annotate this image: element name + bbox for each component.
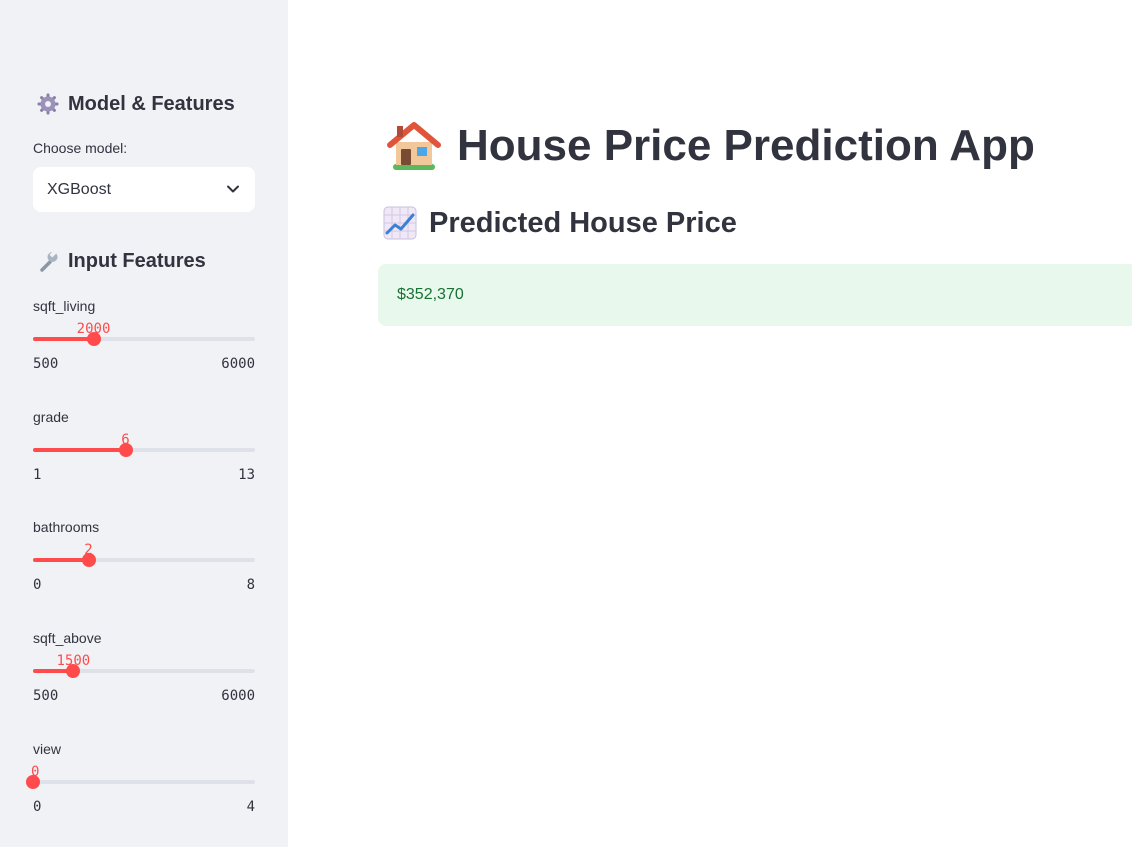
input-features-heading-text: Input Features xyxy=(68,249,206,272)
slider-max: 4 xyxy=(246,799,255,815)
model-select[interactable]: XGBoost xyxy=(33,167,255,212)
input-features-heading: Input Features xyxy=(36,249,206,273)
slider-fill xyxy=(33,558,89,562)
sqft-above-slider[interactable]: sqft_above 1500 500 6000 xyxy=(33,630,255,740)
model-features-heading-text: Model & Features xyxy=(68,92,235,115)
gear-icon xyxy=(37,93,59,115)
model-features-heading: Model & Features xyxy=(36,92,235,116)
slider-max: 8 xyxy=(246,577,255,593)
slider-label: grade xyxy=(33,409,69,425)
slider-label: bathrooms xyxy=(33,519,100,535)
house-icon xyxy=(387,122,441,170)
model-select-value: XGBoost xyxy=(47,180,112,198)
sidebar: Model & Features Choose model: XGBoost I… xyxy=(0,0,288,847)
view-slider[interactable]: view 0 0 4 xyxy=(26,741,255,851)
chart-increasing-icon xyxy=(383,206,417,240)
slider-track[interactable] xyxy=(33,780,255,784)
prediction-value: $352,370 xyxy=(397,286,464,303)
slider-track[interactable] xyxy=(33,337,255,341)
slider-max: 6000 xyxy=(221,356,255,372)
slider-thumb[interactable] xyxy=(66,664,81,678)
choose-model-label: Choose model: xyxy=(33,140,128,156)
page-title-text: House Price Prediction App xyxy=(457,121,1035,170)
slider-min: 0 xyxy=(33,577,42,593)
slider-fill xyxy=(33,448,126,452)
slider-fill xyxy=(33,337,94,341)
page-title: House Price Prediction App xyxy=(385,118,1035,174)
slider-label: view xyxy=(33,741,62,757)
predicted-price-heading: Predicted House Price xyxy=(383,206,737,240)
bathrooms-slider[interactable]: bathrooms 2 0 8 xyxy=(33,519,255,629)
grade-slider[interactable]: grade 6 1 13 xyxy=(33,409,255,519)
slider-thumb[interactable] xyxy=(118,443,133,457)
slider-thumb[interactable] xyxy=(81,553,96,567)
prediction-result: $352,370 xyxy=(378,264,1132,326)
slider-min: 500 xyxy=(33,356,59,372)
slider-min: 0 xyxy=(33,799,42,815)
slider-label: sqft_living xyxy=(33,298,96,314)
slider-max: 6000 xyxy=(221,688,255,704)
chevron-down-icon xyxy=(227,185,239,193)
sqft-living-slider[interactable]: sqft_living 2000 500 6000 xyxy=(33,298,255,408)
slider-label: sqft_above xyxy=(33,630,102,646)
slider-max: 13 xyxy=(238,467,255,483)
predicted-price-heading-text: Predicted House Price xyxy=(429,206,737,239)
slider-min: 500 xyxy=(33,688,59,704)
wrench-icon xyxy=(40,250,58,272)
slider-track[interactable] xyxy=(33,448,255,452)
slider-track[interactable] xyxy=(33,558,255,562)
slider-thumb[interactable] xyxy=(86,332,101,346)
slider-thumb[interactable] xyxy=(26,775,40,789)
slider-min: 1 xyxy=(33,467,42,483)
